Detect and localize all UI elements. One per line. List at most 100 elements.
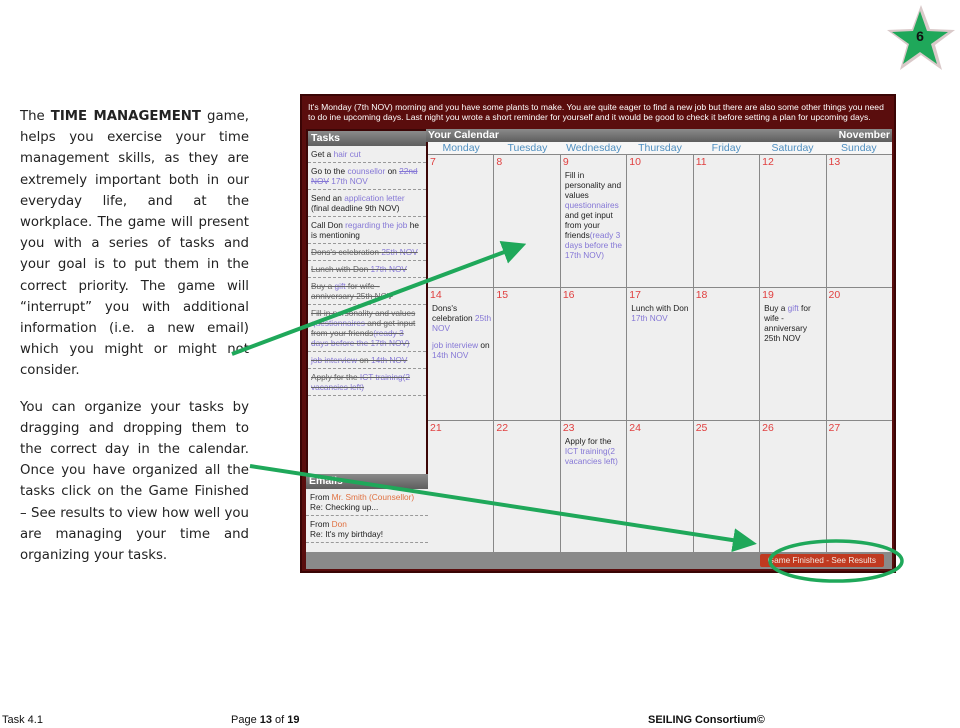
task-item[interactable]: Buy a gift for wife - anniversary 25th N… — [308, 278, 426, 305]
keyword-link: 25th NOV — [381, 247, 418, 257]
calendar-day-cell[interactable]: 14 Dons's celebration 25th NOV job intervi… — [428, 288, 495, 420]
day-number: 9 — [562, 156, 569, 168]
scheduled-task[interactable]: Dons's celebration 25th NOV — [432, 303, 491, 333]
scheduled-task[interactable]: Apply for the ICT training(2 vacancies l… — [565, 436, 624, 466]
calendar-week: 21 22 23 Apply for the ICT training(2 vacan… — [428, 421, 892, 554]
task-item[interactable]: Call Don regarding the job he is mention… — [308, 217, 426, 244]
page-footer: Task 4.1 Page 13 of 19 SEILING Consortiu… — [0, 714, 960, 728]
page-number-badge: 6 — [884, 2, 956, 74]
calendar-day-cell[interactable]: 19 Buy a gift for wife - anniversary 25th… — [760, 288, 827, 420]
scenario-intro: It's Monday (7th NOV) morning and you ha… — [308, 102, 884, 123]
email-from: From Mr. Smith (Counsellor) — [310, 492, 424, 502]
keyword-link: 14th NOV — [432, 350, 469, 360]
calendar-day-cell[interactable]: 26 — [760, 421, 827, 553]
task-item[interactable]: Lunch with Don 17th NOV — [308, 261, 426, 278]
day-number: 23 — [562, 422, 575, 434]
emails-panel: Emails From Mr. Smith (Counsellor) Re: Ch… — [306, 474, 428, 552]
calendar-day-cell[interactable]: 7 — [428, 155, 495, 287]
calendar-day-cell[interactable]: 22 — [494, 421, 561, 553]
description-text: The TIME MANAGEMENT game, helps you exer… — [20, 106, 249, 566]
calendar-day-cell[interactable]: 12 — [760, 155, 827, 287]
calendar-header: Your Calendar November — [426, 129, 892, 142]
weekday-label: Tuesday — [507, 142, 548, 154]
tasks-header: Tasks — [308, 131, 426, 146]
calendar-day-cell[interactable]: 9 Fill in personality and values question… — [561, 155, 628, 287]
task-item[interactable]: Apply for the ICT training(2 vacancies l… — [308, 369, 426, 396]
calendar-day-cell[interactable]: 24 — [627, 421, 694, 553]
keyword-link: 17th NOV — [631, 313, 668, 323]
task-item[interactable]: Dons's celebration 25th NOV — [308, 244, 426, 261]
scheduled-task[interactable]: Buy a gift for wife - anniversary 25th N… — [764, 303, 823, 343]
calendar-day-cell[interactable]: 27 — [827, 421, 892, 553]
calendar-month: November — [838, 129, 890, 141]
calendar-day-cell[interactable]: 8 — [494, 155, 561, 287]
from-label: From — [310, 492, 332, 502]
task-item[interactable]: Send an application letter (final deadli… — [308, 190, 426, 217]
day-number: 27 — [828, 422, 841, 434]
text-fragment: Buy a — [311, 281, 335, 291]
weekday-label: Sunday — [841, 142, 877, 154]
scheduled-task[interactable]: Fill in personality and values questionn… — [565, 170, 624, 260]
day-number: 24 — [629, 422, 641, 434]
text-fragment: Buy a — [764, 303, 788, 313]
day-number: 15 — [496, 289, 509, 301]
calendar-day-cell[interactable]: 11 — [694, 155, 761, 287]
calendar-day-cell[interactable]: 17 Lunch with Don 17th NOV — [627, 288, 694, 420]
weekday-label: Thursday — [638, 142, 682, 154]
keyword-link: questionnaires — [311, 318, 365, 328]
keyword-link: counsellor — [347, 166, 386, 176]
instructions-paragraph: You can organize your tasks by dragging … — [20, 399, 249, 564]
calendar-day-cell[interactable]: 15 — [494, 288, 561, 420]
emails-header: Emails — [306, 474, 428, 489]
weekday-label: Monday — [442, 142, 480, 154]
day-number: 7 — [430, 156, 436, 168]
time-management-game: It's Monday (7th NOV) morning and you ha… — [300, 94, 896, 573]
sender-name: Don — [331, 519, 347, 529]
scheduled-task[interactable]: job interview on 14th NOV — [432, 340, 491, 360]
from-label: From — [310, 519, 332, 529]
calendar-day-cell[interactable]: 13 — [827, 155, 892, 287]
email-subject: Re: It's my birthday! — [310, 529, 384, 539]
calendar-day-cell[interactable]: 16 — [561, 288, 628, 420]
email-from: From Don — [310, 519, 424, 529]
footer-brand: SEILING Consortium© — [648, 714, 765, 726]
text-fragment: Apply for the — [564, 436, 612, 446]
calendar-weeks: 7 8 9 Fill in personality and values questi… — [428, 155, 892, 554]
day-number: 20 — [828, 289, 841, 301]
calendar-grid: Monday Tuesday Wednesday Thursday Friday Satu… — [426, 142, 892, 554]
text-fragment: Apply for the — [311, 372, 360, 382]
game-name: TIME MANAGEMENT — [50, 109, 201, 124]
email-item[interactable]: From Don Re: It's my birthday! — [306, 516, 428, 543]
calendar-day-cell[interactable]: 25 — [694, 421, 761, 553]
keyword-link: job interview — [432, 340, 479, 350]
calendar-day-cell[interactable]: 18 — [694, 288, 761, 420]
day-number: 8 — [496, 156, 503, 168]
calendar-week: 14 Dons's celebration 25th NOV job intervi… — [428, 288, 892, 421]
day-number: 25 — [695, 422, 708, 434]
calendar-day-cell[interactable]: 23 Apply for the ICT training(2 vacancies… — [561, 421, 628, 553]
task-item[interactable]: Get a hair cut — [308, 146, 426, 163]
task-item[interactable]: Go to the counsellor on 22nd NOV 17th NO… — [308, 163, 426, 190]
day-number: 12 — [762, 156, 774, 168]
calendar-day-cell[interactable]: 21 — [428, 421, 495, 553]
task-item[interactable]: Fill in personality and values questionn… — [308, 305, 426, 352]
footer-task: Task 4.1 — [2, 714, 43, 726]
day-number: 14 — [430, 289, 442, 301]
keyword-link: questionnaires — [564, 200, 619, 210]
day-number: 11 — [695, 156, 707, 168]
day-number: 26 — [762, 422, 774, 434]
task-item[interactable]: job interview on 14th NOV — [308, 352, 426, 369]
sender-name: Mr. Smith (Counsellor) — [331, 492, 415, 502]
email-item[interactable]: From Mr. Smith (Counsellor) Re: Checking … — [306, 489, 428, 516]
calendar-day-cell[interactable]: 10 — [627, 155, 694, 287]
calendar-day-cell[interactable]: 20 — [827, 288, 892, 420]
weekday-header-row: Monday Tuesday Wednesday Thursday Friday Satu… — [428, 142, 892, 155]
text-fragment: Fill in personality and values — [311, 308, 416, 318]
scheduled-task[interactable]: Lunch with Don 17th NOV — [631, 303, 690, 323]
game-finished-button[interactable]: Game Finished - See Results — [759, 554, 884, 567]
task-list: Get a hair cut Go to the counsellor on 22… — [308, 146, 426, 396]
text-fragment: (final deadline 9th NOV) — [311, 203, 400, 213]
text-fragment: Get a — [311, 149, 334, 159]
footer-page-number: Page 13 of 19 — [231, 714, 300, 726]
text-fragment: on — [385, 166, 400, 176]
